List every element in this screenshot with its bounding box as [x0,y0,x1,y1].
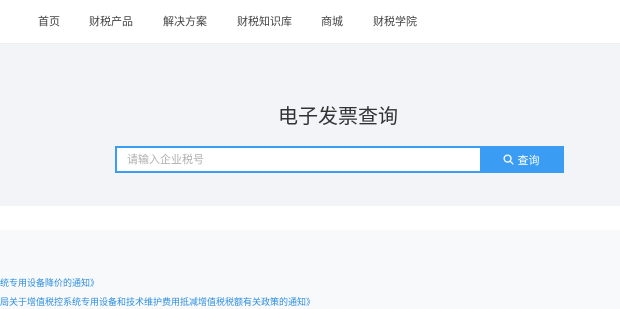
search-button-label: 查询 [517,153,540,167]
search-icon [502,154,514,165]
tax-id-search-input[interactable] [117,148,480,171]
nav-item-solutions[interactable]: 解决方案 [163,15,207,29]
search-button[interactable]: 查询 [480,148,562,171]
nav-item-tax-products[interactable]: 财税产品 [89,15,133,29]
top-navbar: 首页 财税产品 解决方案 财税知识库 商城 财税学院 [0,0,620,44]
nav-item-mall[interactable]: 商城 [321,15,343,29]
search-bar: 查询 [115,146,564,173]
news-link[interactable]: 局关于增值税控系统专用设备和技术维护费用抵减增值税税额有关政策的通知》 [0,297,315,309]
news-link[interactable]: 统专用设备降价的通知》 [0,278,99,290]
page-title: 电子发票查询 [278,104,398,128]
nav-item-academy[interactable]: 财税学院 [373,15,417,29]
nav-item-knowledge-base[interactable]: 财税知识库 [237,15,292,29]
nav-item-home[interactable]: 首页 [38,15,60,29]
